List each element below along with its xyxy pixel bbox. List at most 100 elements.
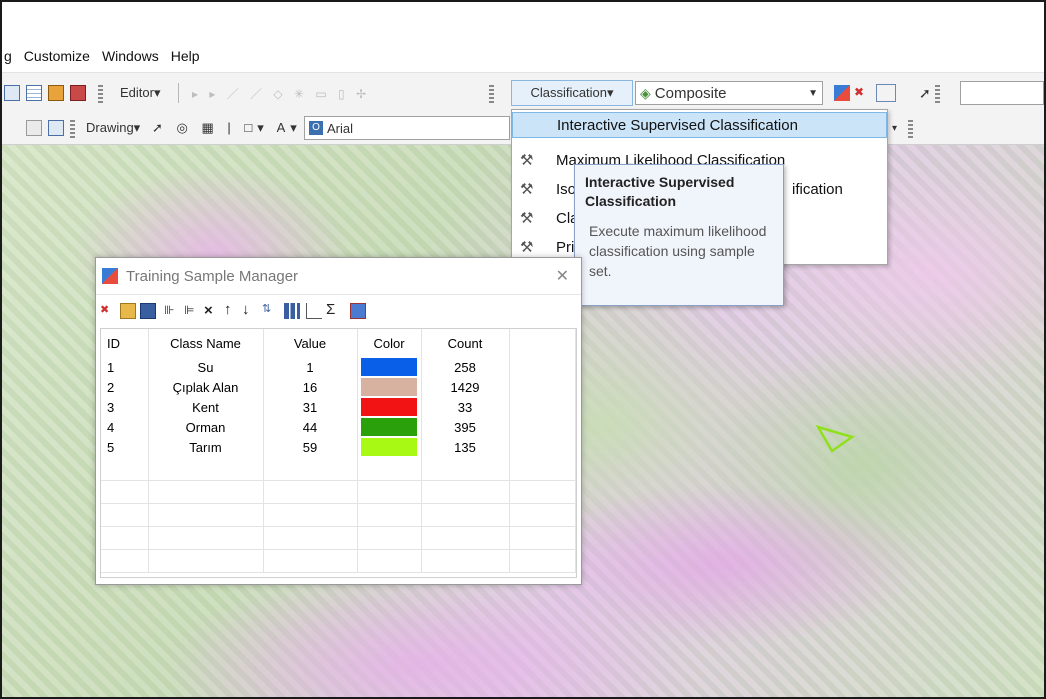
cell-count[interactable]: 135 — [421, 437, 510, 457]
cell-value[interactable]: 44 — [263, 417, 358, 437]
training-sample-manager-window: Training Sample Manager ✕ ✖ ⊪ ⊫ × ↑ ↓ ⇅ … — [95, 257, 582, 585]
column-header-value[interactable]: Value — [263, 329, 358, 357]
cell-value[interactable]: 59 — [263, 437, 358, 457]
cell-id[interactable]: 5 — [101, 437, 149, 457]
cell-class-name[interactable]: Orman — [148, 417, 264, 437]
empty-cell — [148, 480, 264, 504]
cell-class-name[interactable]: Tarım — [148, 437, 264, 457]
column-header-class-name[interactable]: Class Name — [148, 329, 264, 357]
edit-pencil-icon[interactable] — [4, 85, 20, 101]
cell-empty[interactable] — [509, 357, 576, 377]
empty-cell — [101, 526, 149, 550]
menu-item-geoprocessing[interactable]: g — [2, 48, 18, 64]
table-row[interactable]: 5 Tarım 59 135 — [101, 437, 576, 457]
cell-value[interactable]: 16 — [263, 377, 358, 397]
empty-cell — [148, 503, 264, 527]
column-header-id[interactable]: ID — [101, 329, 149, 357]
menu-item-windows[interactable]: Windows — [96, 48, 165, 64]
chevron-down-icon[interactable]: ▾ — [892, 118, 897, 138]
table-row[interactable]: 3 Kent 31 33 — [101, 397, 576, 417]
cell-color[interactable] — [357, 437, 422, 457]
menu-item-help[interactable]: Help — [165, 48, 206, 64]
color-swatch[interactable] — [361, 398, 417, 416]
cell-color[interactable] — [357, 357, 422, 377]
layer-icon: ◈ — [640, 84, 651, 101]
split-icon[interactable]: ⊫ — [184, 303, 200, 319]
table-row[interactable]: 1 Su 1 258 — [101, 357, 576, 377]
catalog-icon[interactable] — [48, 85, 64, 101]
menu-item-customize[interactable]: Customize — [18, 48, 96, 64]
cell-id[interactable]: 3 — [101, 397, 149, 417]
column-header-count[interactable]: Count — [421, 329, 510, 357]
toolbar-grip[interactable] — [489, 85, 494, 103]
toolbar-grip[interactable] — [70, 120, 75, 138]
cell-empty[interactable] — [509, 417, 576, 437]
cell-id[interactable]: 4 — [101, 417, 149, 437]
drawing-tools-icon[interactable]: ➚ ◎ ▦ | □▾ A▾ ⊡ — [152, 118, 326, 138]
menu-item-interactive-supervised[interactable]: Interactive Supervised Classification — [512, 112, 887, 138]
merge-icon[interactable]: ⊪ — [164, 303, 180, 319]
font-combo[interactable]: O Arial — [304, 116, 510, 140]
empty-cell — [357, 480, 422, 504]
table-row[interactable]: 4 Orman 44 395 — [101, 417, 576, 437]
sample-polygon[interactable] — [815, 423, 856, 453]
drawing-menu-button[interactable]: Drawing▾ — [86, 118, 140, 138]
polygon-tool-icon[interactable] — [876, 84, 896, 102]
remove-icon[interactable]: × — [204, 302, 220, 319]
arrow-up-icon[interactable]: ↑ — [224, 301, 240, 318]
application-window: g Customize Windows Help Editor▾ ▸ ▸ ／ ／… — [0, 0, 1046, 699]
scatterplot-icon[interactable] — [306, 303, 322, 319]
cell-class-name[interactable]: Su — [148, 357, 264, 377]
cell-color[interactable] — [357, 417, 422, 437]
delete-sample-icon[interactable]: ✖ — [854, 85, 870, 101]
layer-combo[interactable]: ◈ Composite ▼ — [635, 81, 823, 105]
statistics-sigma-icon[interactable]: Σ — [326, 301, 342, 318]
cell-value[interactable]: 31 — [263, 397, 358, 417]
cell-color[interactable] — [357, 377, 422, 397]
toolbox-icon[interactable] — [70, 85, 86, 101]
save-icon[interactable] — [140, 303, 156, 319]
empty-table-row — [101, 457, 576, 481]
cell-count[interactable]: 33 — [421, 397, 510, 417]
window-title: Training Sample Manager — [126, 267, 299, 285]
color-swatch[interactable] — [361, 358, 417, 376]
table-row[interactable]: 2 Çıplak Alan 16 1429 — [101, 377, 576, 397]
cell-class-name[interactable]: Kent — [148, 397, 264, 417]
editor-menu-button[interactable]: Editor▾ — [120, 83, 161, 103]
cell-color[interactable] — [357, 397, 422, 417]
color-swatch[interactable] — [361, 378, 417, 396]
window-title-bar[interactable]: Training Sample Manager — [96, 258, 581, 294]
sort-icon[interactable]: ⇅ — [262, 302, 278, 318]
histogram-icon[interactable] — [284, 303, 300, 319]
zoom-tool-icon[interactable] — [26, 120, 42, 136]
cell-class-name[interactable]: Çıplak Alan — [148, 377, 264, 397]
hammer-icon: ⚒ — [520, 239, 534, 256]
cell-value[interactable]: 1 — [263, 357, 358, 377]
classification-menu-button[interactable]: Classification▾ — [511, 80, 633, 106]
delete-icon[interactable]: ✖ — [100, 303, 116, 319]
cursor-icon[interactable]: ➚ — [919, 83, 931, 103]
edit-tools-icon[interactable]: ▸ ▸ ／ ／ ◇ ✳ ▭ ▯ ✢ — [192, 83, 370, 103]
toolbar-combo[interactable] — [960, 81, 1044, 105]
cell-id[interactable]: 1 — [101, 357, 149, 377]
cell-id[interactable]: 2 — [101, 377, 149, 397]
magnify-icon[interactable] — [48, 120, 64, 136]
open-folder-icon[interactable] — [120, 303, 136, 319]
toolbar-grip[interactable] — [935, 85, 940, 103]
color-swatch[interactable] — [361, 418, 417, 436]
cell-count[interactable]: 258 — [421, 357, 510, 377]
cell-empty[interactable] — [509, 437, 576, 457]
cell-empty[interactable] — [509, 377, 576, 397]
signature-file-icon[interactable] — [350, 303, 366, 319]
table-icon[interactable] — [26, 85, 42, 101]
toolbar-grip[interactable] — [98, 85, 103, 103]
column-header-color[interactable]: Color — [357, 329, 422, 357]
color-swatch[interactable] — [361, 438, 417, 456]
cell-count[interactable]: 395 — [421, 417, 510, 437]
cell-empty[interactable] — [509, 397, 576, 417]
toolbar-grip[interactable] — [908, 120, 913, 138]
cell-count[interactable]: 1429 — [421, 377, 510, 397]
close-icon[interactable]: ✕ — [556, 266, 569, 286]
arrow-down-icon[interactable]: ↓ — [242, 301, 258, 318]
training-manager-icon[interactable] — [834, 85, 850, 101]
